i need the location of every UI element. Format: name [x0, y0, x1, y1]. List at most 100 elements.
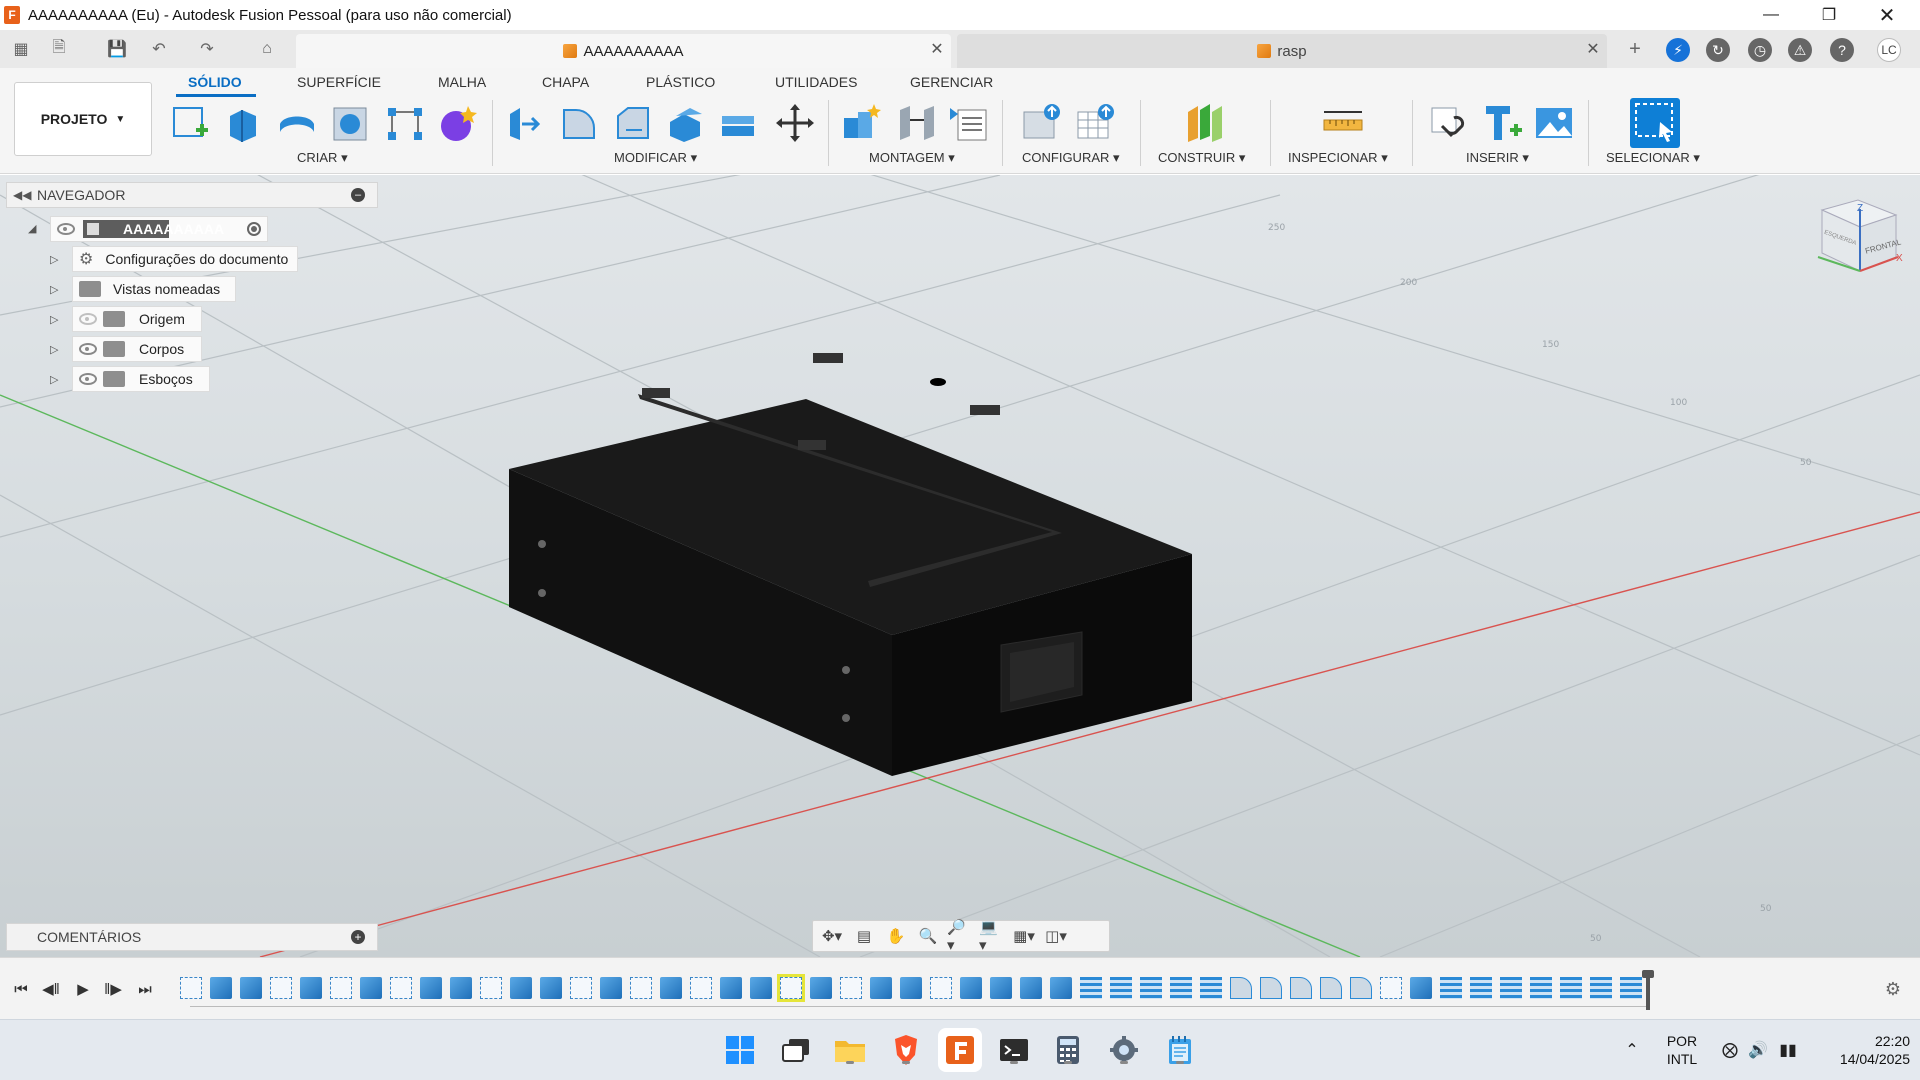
user-avatar[interactable]: LC — [1877, 38, 1901, 62]
timeline-extrude-icon[interactable] — [1050, 977, 1072, 999]
timeline-sketch-icon[interactable] — [777, 974, 805, 1002]
3d-scene[interactable]: 250 200 150 100 50 50 50 FRONTAL ESQUERD… — [0, 175, 1920, 957]
press-pull-icon[interactable] — [504, 102, 546, 144]
timeline-sketch-icon[interactable] — [270, 977, 292, 999]
canvas-viewport[interactable]: 250 200 150 100 50 50 50 FRONTAL ESQUERD… — [0, 175, 1920, 957]
timeline-sketch-icon[interactable] — [480, 977, 502, 999]
pattern-icon[interactable] — [384, 102, 426, 144]
orbit-icon[interactable]: ✥▾ — [819, 925, 845, 947]
start-windows-icon[interactable] — [722, 1032, 758, 1068]
timeline-pattern-icon[interactable] — [1620, 977, 1642, 999]
timeline-sketch-icon[interactable] — [690, 977, 712, 999]
extensions-icon[interactable]: ⚡ — [1666, 38, 1690, 62]
timeline-sketch-icon[interactable] — [930, 977, 952, 999]
insert-mcmaster-icon[interactable] — [1482, 102, 1524, 144]
measure-icon[interactable] — [1322, 102, 1364, 144]
timeline-settings-gear-icon[interactable]: ⚙ — [1882, 978, 1904, 1000]
browser-item-document-settings[interactable]: ⚙ Configurações do documento — [72, 246, 298, 272]
go-to-start-icon[interactable]: ⏮ — [10, 978, 32, 1000]
fusion-taskbar-icon[interactable] — [942, 1032, 978, 1068]
timeline-extrude-icon[interactable] — [720, 977, 742, 999]
close-icon[interactable]: ✕ — [1864, 0, 1910, 30]
chamfer-icon[interactable] — [612, 102, 654, 144]
joint-icon[interactable] — [896, 102, 938, 144]
timeline-sketch-icon[interactable] — [570, 977, 592, 999]
expand-arrow-icon[interactable]: ▷ — [50, 313, 60, 326]
look-at-icon[interactable]: ▤ — [851, 925, 877, 947]
play-icon[interactable]: ▶ — [72, 978, 94, 1000]
create-group-label[interactable]: CRIAR ▾ — [297, 150, 348, 166]
clock[interactable]: 22:20 14/04/2025 — [1806, 1032, 1910, 1068]
timeline-sketch-icon[interactable] — [630, 977, 652, 999]
calculator-icon[interactable] — [1050, 1032, 1086, 1068]
new-tab-icon[interactable]: + — [1624, 38, 1646, 60]
expand-arrow-icon[interactable]: ▷ — [50, 373, 60, 386]
timeline-extrude-icon[interactable] — [810, 977, 832, 999]
project-button[interactable]: PROJETO ▼ — [14, 82, 152, 156]
browser-item-origin[interactable]: Origem — [72, 306, 202, 332]
bill-of-materials-icon[interactable] — [948, 102, 990, 144]
tab-utilidades[interactable]: UTILIDADES — [775, 74, 857, 90]
grid-settings-icon[interactable]: ▦▾ — [1011, 925, 1037, 947]
visibility-eye-icon[interactable] — [57, 223, 75, 235]
display-settings-icon[interactable]: 💻▾ — [979, 919, 1005, 954]
redo-icon[interactable]: ↷ — [196, 38, 218, 60]
assembly-group-label[interactable]: MONTAGEM ▾ — [869, 150, 955, 166]
show-hidden-icons-chevron-icon[interactable]: ⌃ — [1614, 1032, 1650, 1068]
timeline-fillet-icon[interactable] — [1320, 977, 1342, 999]
timeline-extrude-icon[interactable] — [540, 977, 562, 999]
inspect-group-label[interactable]: INSPECIONAR ▾ — [1288, 150, 1388, 166]
timeline-extrude-icon[interactable] — [300, 977, 322, 999]
tab-aaaaaaaaaa[interactable]: AAAAAAAAAA ✕ — [296, 34, 951, 68]
pan-hand-icon[interactable]: ✋ — [883, 925, 909, 947]
tab-rasp[interactable]: rasp ✕ — [957, 34, 1607, 68]
enclosure-body[interactable] — [509, 353, 1192, 776]
timeline-pattern-icon[interactable] — [1530, 977, 1552, 999]
configure-group-label[interactable]: CONFIGURAR ▾ — [1022, 150, 1120, 166]
zoom-icon[interactable]: 🔍 — [915, 925, 941, 947]
restore-icon[interactable]: ❐ — [1806, 0, 1852, 30]
timeline-sketch-icon[interactable] — [390, 977, 412, 999]
input-language-indicator[interactable]: POR INTL — [1658, 1032, 1706, 1068]
timeline-pattern-icon[interactable] — [1560, 977, 1582, 999]
timeline-extrude-icon[interactable] — [660, 977, 682, 999]
timeline-extrude-icon[interactable] — [240, 977, 262, 999]
timeline-extrude-icon[interactable] — [900, 977, 922, 999]
collapse-panel-icon[interactable]: ◀◀ — [13, 188, 31, 202]
timeline-extrude-icon[interactable] — [420, 977, 442, 999]
visibility-off-icon[interactable] — [79, 313, 97, 325]
offset-plane-icon[interactable] — [1184, 102, 1226, 144]
step-back-icon[interactable]: ◀‖ — [40, 978, 62, 1000]
timeline-pattern-icon[interactable] — [1500, 977, 1522, 999]
timeline-fillet-icon[interactable] — [1350, 977, 1372, 999]
undo-icon[interactable]: ↶ — [148, 38, 170, 60]
timeline-pattern-icon[interactable] — [1110, 977, 1132, 999]
browser-item-named-views[interactable]: Vistas nomeadas — [72, 276, 236, 302]
notepad-icon[interactable] — [1162, 1032, 1198, 1068]
extrude-icon[interactable] — [222, 102, 264, 144]
file-menu-icon[interactable]: 🗎 — [48, 38, 70, 60]
settings-gear-icon[interactable] — [1106, 1032, 1142, 1068]
tab-chapa[interactable]: CHAPA — [542, 74, 589, 90]
new-component-icon[interactable] — [840, 102, 882, 144]
timeline-fillet-icon[interactable] — [1230, 977, 1252, 999]
brave-browser-icon[interactable] — [888, 1032, 924, 1068]
expand-arrow-icon[interactable]: ▷ — [50, 343, 60, 356]
select-group-label[interactable]: SELECIONAR ▾ — [1606, 150, 1700, 166]
timeline-extrude-icon[interactable] — [210, 977, 232, 999]
tab-superficie[interactable]: SUPERFÍCIE — [297, 74, 381, 90]
timeline-extrude-icon[interactable] — [960, 977, 982, 999]
close-tab-icon[interactable]: ✕ — [1585, 42, 1601, 58]
collapse-arrow-icon[interactable]: ◢ — [28, 222, 38, 235]
minimize-panel-icon[interactable]: – — [351, 188, 365, 202]
task-view-icon[interactable] — [778, 1032, 814, 1068]
activate-radio-icon[interactable] — [247, 222, 261, 236]
timeline-extrude-icon[interactable] — [1410, 977, 1432, 999]
offline-icon[interactable]: ↻ — [1706, 38, 1730, 62]
close-tab-icon[interactable]: ✕ — [929, 42, 945, 58]
modify-group-label[interactable]: MODIFICAR ▾ — [614, 150, 697, 166]
expand-arrow-icon[interactable]: ▷ — [50, 283, 60, 296]
timeline-sketch-icon[interactable] — [840, 977, 862, 999]
select-icon[interactable] — [1630, 98, 1680, 148]
timeline-extrude-icon[interactable] — [510, 977, 532, 999]
